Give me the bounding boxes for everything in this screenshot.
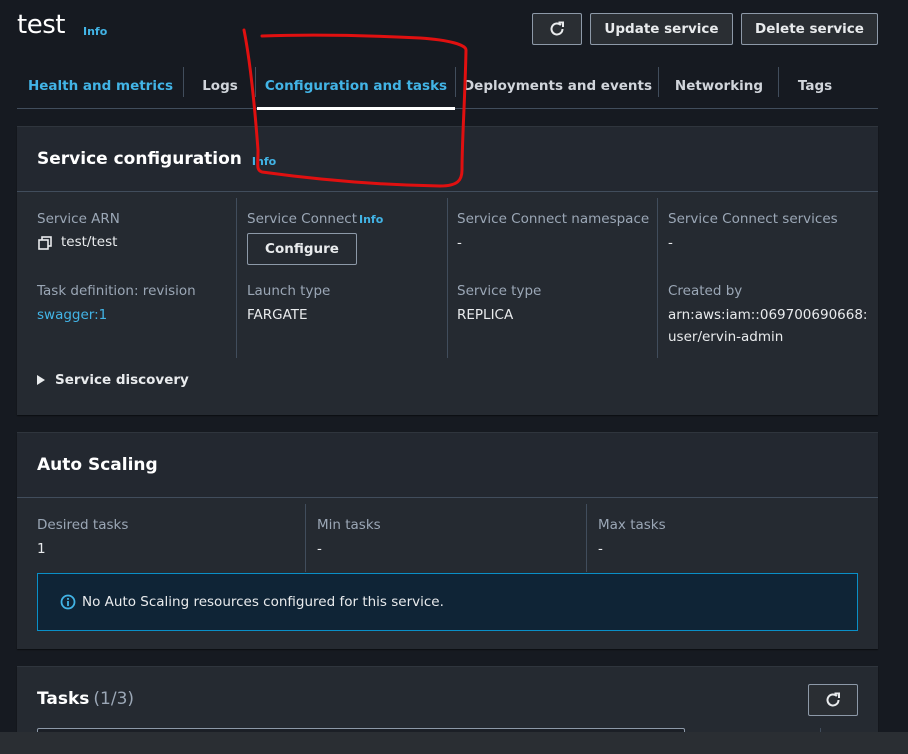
service-connect-namespace-label: Service Connect namespace (457, 211, 650, 227)
configure-service-connect-button[interactable]: Configure (247, 233, 357, 265)
service-connect-services-label: Service Connect services (668, 211, 838, 227)
panel-title: Service configuration (37, 149, 242, 169)
service-configuration-panel: Service configuration Info Service ARN t… (17, 126, 878, 415)
tab-divider (255, 67, 256, 97)
tasks-header: Tasks (1/3) (37, 689, 134, 709)
desired-tasks-value: 1 (37, 541, 46, 557)
refresh-button[interactable] (532, 13, 582, 45)
column-divider (305, 504, 306, 572)
launch-type-value: FARGATE (247, 307, 308, 323)
task-definition-link[interactable]: swagger:1 (37, 304, 107, 326)
update-service-button[interactable]: Update service (590, 13, 733, 45)
created-by-value-line2: user/ervin-admin (668, 329, 784, 345)
service-type-label: Service type (457, 283, 542, 299)
column-divider (586, 504, 587, 572)
max-tasks-value: - (598, 541, 603, 557)
refresh-icon (826, 692, 840, 707)
tab-tags[interactable]: Tags (779, 62, 851, 109)
tab-logs[interactable]: Logs (184, 62, 256, 109)
launch-type-label: Launch type (247, 283, 331, 299)
service-discovery-expander[interactable]: Service discovery (37, 372, 189, 388)
service-arn-value: test/test (61, 234, 118, 250)
service-connect-namespace-value: - (457, 235, 462, 251)
max-tasks-label: Max tasks (598, 517, 666, 533)
page-title: test (17, 10, 65, 40)
desired-tasks-label: Desired tasks (37, 517, 129, 533)
created-by-label: Created by (668, 283, 743, 299)
ecs-service-page: test Info Update service Delete service … (0, 0, 908, 754)
tab-bar: Health and metrics Logs Configuration an… (17, 62, 878, 110)
panel-title: Tasks (37, 689, 90, 709)
alert-text: No Auto Scaling resources configured for… (82, 594, 444, 610)
copy-icon[interactable] (38, 236, 52, 250)
auto-scaling-grid: Desired tasks 1 Min tasks - Max tasks - … (17, 498, 878, 648)
auto-scaling-panel: Auto Scaling Desired tasks 1 Min tasks -… (17, 432, 878, 649)
column-divider (447, 198, 448, 358)
panel-header: Service configuration Info (17, 127, 878, 192)
created-by-value-line1: arn:aws:iam::069700690668: (668, 307, 868, 323)
panel-header: Auto Scaling (17, 433, 878, 498)
tasks-counter: (1/3) (93, 689, 135, 709)
tab-deployments-and-events[interactable]: Deployments and events (456, 62, 659, 109)
auto-scaling-info-alert: No Auto Scaling resources configured for… (37, 573, 858, 631)
delete-service-button[interactable]: Delete service (741, 13, 878, 45)
column-divider (236, 198, 237, 358)
service-connect-services-value: - (668, 235, 673, 251)
service-configuration-info-link[interactable]: Info (252, 155, 276, 168)
tasks-refresh-button[interactable] (808, 684, 858, 716)
service-type-value: REPLICA (457, 307, 514, 323)
service-arn-label: Service ARN (37, 211, 120, 227)
tab-configuration-and-tasks[interactable]: Configuration and tasks (257, 62, 455, 110)
task-definition-label: Task definition: revision (37, 283, 196, 299)
bottom-bar (0, 732, 908, 754)
refresh-icon (550, 21, 564, 36)
service-connect-label: Service Connect (247, 211, 358, 227)
info-circle-icon (60, 594, 76, 610)
service-discovery-label: Service discovery (55, 372, 189, 388)
title-info-link[interactable]: Info (83, 25, 107, 38)
tab-health-and-metrics[interactable]: Health and metrics (17, 62, 184, 109)
service-connect-info-link[interactable]: Info (359, 213, 383, 226)
caret-right-icon (37, 375, 45, 385)
min-tasks-label: Min tasks (317, 517, 381, 533)
column-divider (657, 198, 658, 358)
panel-title: Auto Scaling (37, 455, 158, 475)
min-tasks-value: - (317, 541, 322, 557)
tab-networking[interactable]: Networking (659, 62, 779, 109)
